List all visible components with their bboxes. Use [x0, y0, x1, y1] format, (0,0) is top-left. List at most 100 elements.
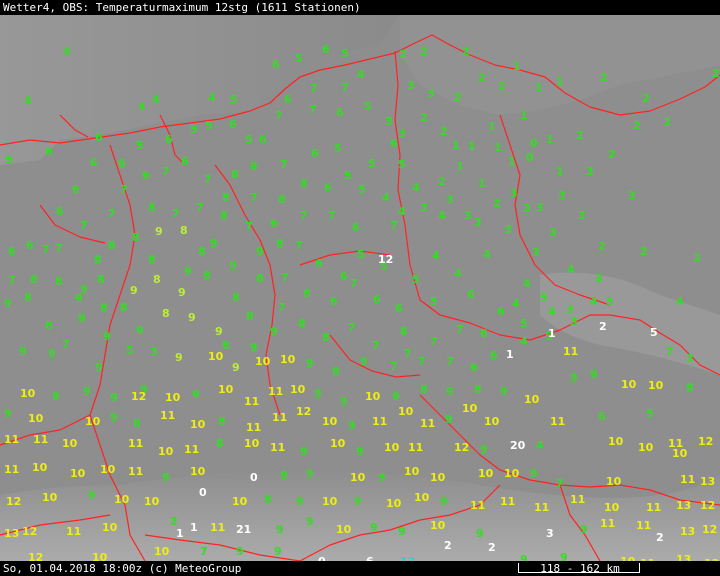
station-value: 9 — [270, 325, 278, 338]
station-value: 11 — [420, 417, 435, 430]
station-value: 5 — [126, 344, 134, 357]
station-value: 8 — [400, 325, 408, 338]
station-value: 8 — [132, 231, 140, 244]
station-value: 11 — [646, 501, 661, 514]
station-value: 8 — [276, 237, 284, 250]
station-value: 5 — [368, 157, 376, 170]
station-value: 6 — [56, 205, 64, 218]
station-value: 1 — [546, 133, 554, 146]
station-value: 8 — [231, 168, 239, 181]
station-value: 0 — [526, 151, 534, 164]
station-value: 8 — [232, 291, 240, 304]
station-value: 3 — [427, 87, 435, 100]
station-value: 10 — [648, 379, 664, 392]
station-layer[interactable]: 445444 56 56 547 767 6 565 5 65 676566 66 7689 76 556… — [0, 15, 720, 561]
station-value: 1 — [556, 165, 564, 178]
station-value: 4 — [432, 249, 440, 262]
station-value: 1 — [535, 81, 543, 94]
map-area[interactable]: 4454445656547767656556567656666768976556… — [0, 15, 720, 561]
station-value: 7 — [348, 321, 356, 334]
station-value: 7 — [120, 183, 128, 196]
station-value: 9 — [500, 385, 508, 398]
station-value: 7 — [162, 165, 170, 178]
station-value: 4 — [536, 439, 544, 452]
station-value: 8 — [420, 383, 428, 396]
station-value: 5 — [245, 133, 253, 146]
station-value: 11 — [470, 499, 485, 512]
station-value: 9 — [136, 324, 144, 337]
station-value: 9 — [314, 387, 322, 400]
station-value: 10 — [524, 393, 540, 406]
station-value: 8 — [264, 493, 272, 506]
station-value: 10 — [158, 445, 174, 458]
station-value: 7 — [275, 109, 283, 122]
station-value: 6 — [90, 156, 98, 169]
station-value: 5 — [364, 100, 372, 113]
station-value: 9 — [184, 265, 192, 278]
station-value: 2 — [712, 67, 720, 80]
station-value: 7 — [390, 360, 398, 373]
station-value: 3 — [578, 209, 586, 222]
station-value: 9 — [95, 361, 103, 374]
station-value: 12 — [131, 390, 146, 403]
station-value: 6 — [311, 147, 319, 160]
station-value: 13 — [4, 527, 19, 540]
station-value: 9 — [232, 361, 240, 374]
station-value: 3 — [474, 216, 482, 229]
station-value: 6 — [181, 155, 189, 168]
station-value: 5 — [136, 139, 144, 152]
station-value: 9 — [110, 391, 118, 404]
station-value: 5 — [412, 273, 420, 286]
station-value: 11 — [128, 437, 143, 450]
station-value: 9 — [188, 311, 196, 324]
station-value: 8 — [198, 245, 206, 258]
station-value: 10 — [92, 551, 108, 561]
station-value: 12 — [28, 551, 43, 561]
station-value: 10 — [608, 435, 624, 448]
station-value: 10 — [336, 523, 352, 536]
station-value: 7 — [250, 191, 258, 204]
station-value: 11 — [270, 441, 285, 454]
station-value: 9 — [306, 357, 314, 370]
station-value: 7 — [108, 207, 116, 220]
station-value: 8 — [94, 253, 102, 266]
station-value: 8 — [246, 310, 254, 323]
station-value: 12 — [698, 435, 713, 448]
station-value: 11 — [563, 345, 578, 358]
station-value: 8 — [220, 209, 228, 222]
station-value: 4 — [138, 100, 146, 113]
station-value: 10 — [190, 418, 206, 431]
station-value: 3 — [510, 187, 518, 200]
station-value: 11 — [4, 463, 19, 476]
station-value: 10 — [504, 467, 520, 480]
station-value: 3 — [523, 202, 531, 215]
station-value: 6 — [330, 295, 338, 308]
station-value: 6 — [315, 257, 323, 270]
station-value: 7 — [55, 242, 63, 255]
station-value: 3 — [446, 193, 454, 206]
station-value: 11 — [246, 421, 261, 434]
station-value: 9 — [560, 551, 568, 561]
station-value: 10 — [290, 383, 306, 396]
station-value: 5 — [520, 317, 528, 330]
station-value: 5 — [230, 93, 238, 106]
station-value: 9 — [250, 341, 258, 354]
station-value: 3 — [549, 226, 557, 239]
station-value: 6 — [336, 106, 344, 119]
station-value: 5 — [357, 248, 365, 261]
station-value: 12 — [378, 253, 393, 266]
station-value: 9 — [236, 545, 244, 558]
station-value: 2 — [488, 541, 496, 554]
station-value: 4 — [676, 295, 684, 308]
station-value: 9 — [370, 521, 378, 534]
station-value: 8 — [162, 307, 170, 320]
station-value: 10 — [322, 495, 338, 508]
station-value: 2 — [454, 91, 462, 104]
station-value: 10 — [165, 391, 181, 404]
station-value: 9 — [440, 495, 448, 508]
station-value: 10 — [244, 437, 260, 450]
station-value: 2 — [600, 71, 608, 84]
station-value: 10 — [322, 415, 338, 428]
station-value: 7 — [281, 271, 289, 284]
station-value: 10 — [638, 441, 654, 454]
